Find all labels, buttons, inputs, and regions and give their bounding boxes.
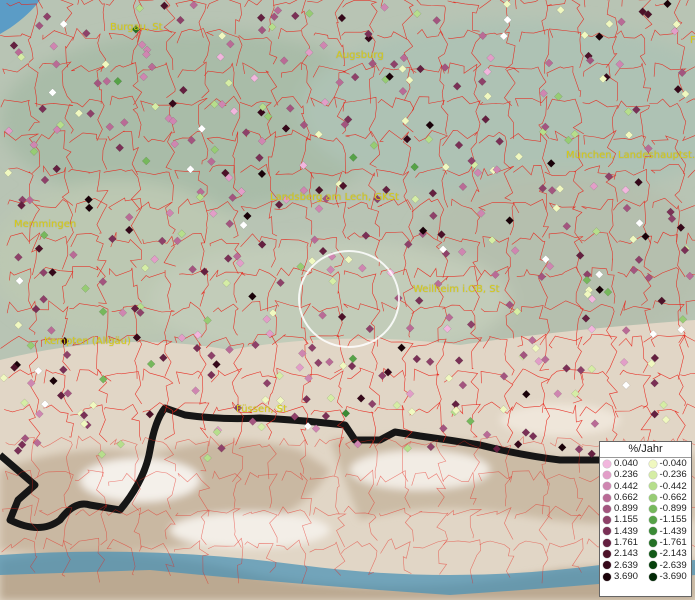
legend-entry-positive: 0.040 [600,458,646,469]
legend-row: 1.439 -1.439 [600,526,691,537]
legend-value: -0.899 [659,503,687,515]
legend-swatch [648,550,657,559]
legend-entry-negative: -1.439 [646,526,692,537]
legend-swatch [648,527,657,536]
legend-row: 0.040 -0.040 [600,458,691,469]
legend-entry-negative: -0.442 [646,481,692,492]
legend-entry-positive: 1.761 [600,537,646,548]
legend-entry-positive: 2.143 [600,548,646,559]
legend-swatch [648,504,657,513]
legend-row: 1.155 -1.155 [600,514,691,525]
city-label-memmingen: Memmingen [14,219,77,230]
legend-swatch [603,572,611,581]
legend-value: -1.439 [659,525,687,537]
legend-entry-negative: -2.639 [646,560,692,571]
city-label-augsburg: Augsburg [336,50,384,61]
legend-swatch [603,527,611,536]
legend-value: 1.439 [614,525,639,537]
legend-entry-negative: -1.761 [646,537,692,548]
legend-value: 0.236 [614,469,639,481]
city-label-fuessen: Füssen, St [236,404,288,415]
legend-entry-negative: -0.899 [646,503,692,514]
legend-entry-negative: -0.236 [646,469,692,480]
city-label-kempten: Kempten (Allgäu) [44,336,131,347]
legend-swatch [648,470,657,479]
legend-entry-positive: 1.155 [600,514,646,525]
legend-swatch [603,493,611,502]
legend-entry-positive: 0.662 [600,492,646,503]
legend-value: -2.143 [659,548,687,560]
legend-value: 1.761 [614,537,639,549]
legend-swatch [648,572,657,581]
legend-value: 3.690 [614,570,639,582]
city-label-landsberg: Landsberg am Lech, GKSt [270,192,399,203]
city-label-muenchen: München, Landeshauptst. [566,150,695,161]
legend-entry-negative: -0.040 [646,458,692,469]
legend-row: 2.639 -2.639 [600,560,691,571]
legend-entry-negative: -1.155 [646,514,692,525]
legend-value: 0.899 [614,503,639,515]
legend-value: -2.639 [659,559,687,571]
legend-swatch [603,470,611,479]
legend-swatch [603,516,611,525]
legend-row: 0.899 -0.899 [600,503,691,514]
legend-entry-positive: 0.236 [600,469,646,480]
legend-row: 2.143 -2.143 [600,548,691,559]
legend-value: 0.662 [614,491,639,503]
legend-row: 1.761 -1.761 [600,537,691,548]
legend-swatch [603,538,611,547]
legend-row: 0.236 -0.236 [600,469,691,480]
legend-swatch [603,482,611,491]
legend-swatch [648,482,657,491]
legend-value: 2.143 [614,548,639,560]
legend-swatch [648,561,657,570]
city-label-edge-f: F [690,35,695,46]
legend-rows: 0.040 -0.040 0.236 -0.236 0.442 -0.442 0.662 -0… [600,458,691,582]
legend-entry-negative: -2.143 [646,548,692,559]
legend-swatch [603,459,611,468]
legend-value: -1.761 [659,537,687,549]
legend-entry-positive: 1.439 [600,526,646,537]
legend-value: 0.040 [614,458,639,469]
legend-entry-negative: -0.662 [646,492,692,503]
legend-row: 3.690 -3.690 [600,571,691,582]
legend-value: 1.155 [614,514,639,526]
legend-swatch [648,516,657,525]
legend-row: 0.662 -0.662 [600,492,691,503]
legend-row: 0.442 -0.442 [600,481,691,492]
legend: %/Jahr 0.040 -0.040 0.236 -0.236 0.442 -0.442… [599,441,692,597]
legend-entry-positive: 0.442 [600,481,646,492]
legend-swatch [648,538,657,547]
city-label-weilheim: Weilheim i.OB, St [413,284,500,295]
legend-value: 2.639 [614,559,639,571]
legend-value: -0.040 [659,458,687,469]
city-label-burgau: Burgau, St [110,22,163,33]
legend-swatch [648,493,657,502]
legend-entry-negative: -3.690 [646,571,692,582]
legend-entry-positive: 0.899 [600,503,646,514]
legend-swatch [603,504,611,513]
legend-value: -1.155 [659,514,687,526]
highlight-circle [298,250,400,348]
legend-value: -0.236 [659,469,687,481]
legend-value: -0.662 [659,491,687,503]
legend-title: %/Jahr [600,443,691,458]
legend-value: -3.690 [659,570,687,582]
legend-swatch [603,550,611,559]
legend-entry-positive: 3.690 [600,571,646,582]
legend-value: -0.442 [659,480,687,492]
legend-entry-positive: 2.639 [600,560,646,571]
legend-value: 0.442 [614,480,639,492]
legend-swatch [603,561,611,570]
legend-swatch [648,459,657,468]
